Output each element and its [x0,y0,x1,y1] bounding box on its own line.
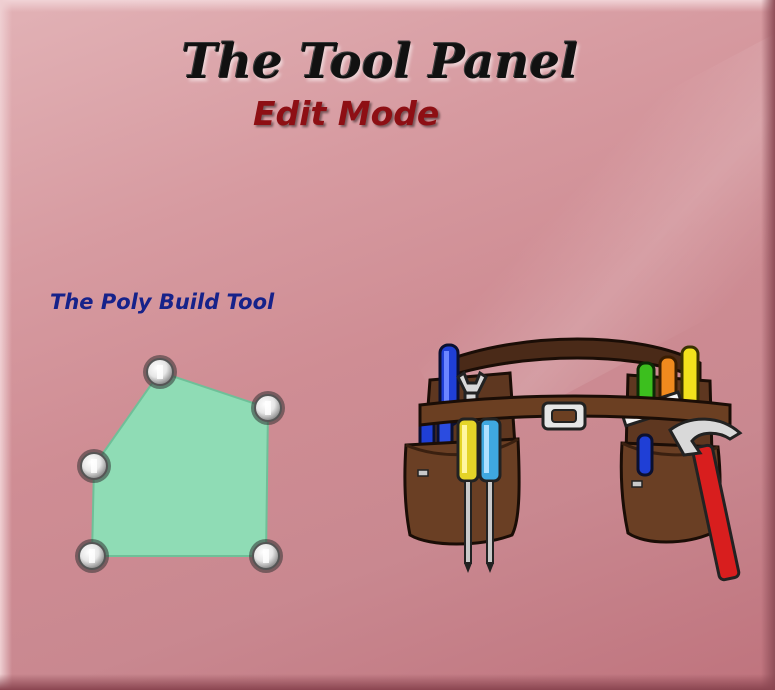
marker-icon [636,433,654,477]
tool-belt-illustration [403,337,743,582]
page-title: The Tool Panel [181,34,579,90]
vertex-handle [77,449,111,483]
vertex-handle [143,355,177,389]
bevel-bottom [0,674,775,690]
slide-canvas: The Tool Panel Edit Mode The Poly Build … [0,0,775,690]
bevel-right [761,0,775,690]
vertex-handle [251,391,285,425]
bevel-top [0,0,775,12]
polygon-face [90,370,270,557]
rivet [631,480,643,488]
vertex-handle [75,539,109,573]
vertex-handle [249,539,283,573]
poly-build-icon [75,355,285,573]
page-subtitle: Edit Mode [253,94,440,133]
bevel-left [0,0,12,690]
section-label: The Poly Build Tool [50,290,275,314]
rivet [417,469,429,477]
buckle-hole [551,409,577,423]
